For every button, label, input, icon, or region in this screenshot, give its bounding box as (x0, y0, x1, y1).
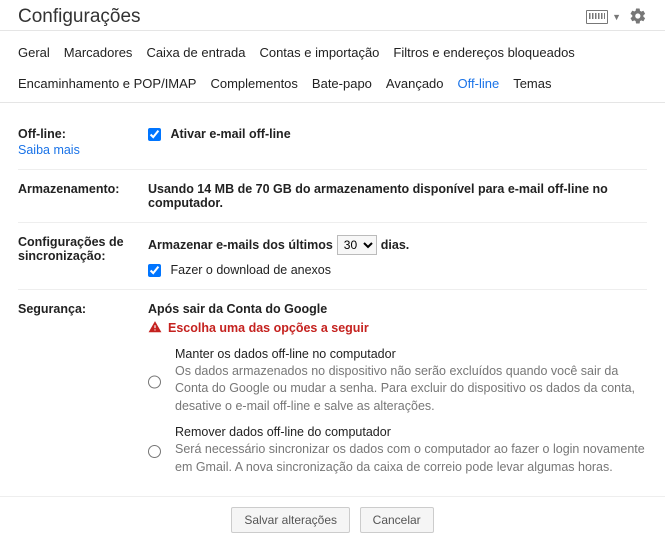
remove-data-desc: Será necessário sincronizar os dados com… (175, 441, 647, 476)
tab-filtros-e-endere-os-bloqueados[interactable]: Filtros e endereços bloqueados (393, 39, 574, 70)
tab-temas[interactable]: Temas (513, 70, 551, 101)
keyboard-icon[interactable] (586, 10, 608, 24)
security-label: Segurança: (18, 302, 86, 316)
storage-text: Usando 14 MB de 70 GB do armazenamento d… (148, 182, 608, 210)
sync-prefix: Armazenar e-mails dos últimos (148, 238, 333, 252)
learn-more-link[interactable]: Saiba mais (18, 143, 148, 157)
page-title: Configurações (18, 6, 141, 28)
tab-contas-e-importa-o[interactable]: Contas e importação (259, 39, 379, 70)
sync-days-select[interactable]: 30 (337, 235, 377, 255)
tab-bate-papo[interactable]: Bate-papo (312, 70, 372, 101)
tab-geral[interactable]: Geral (18, 39, 50, 70)
storage-label: Armazenamento: (18, 182, 119, 196)
offline-label: Off-line: (18, 127, 66, 141)
keep-data-radio[interactable] (148, 349, 161, 416)
keep-data-desc: Os dados armazenados no dispositivo não … (175, 363, 647, 416)
sync-suffix: dias. (381, 238, 410, 252)
tab-caixa-de-entrada[interactable]: Caixa de entrada (146, 39, 245, 70)
download-attachments-option[interactable]: Fazer o download de anexos (148, 263, 331, 277)
save-button[interactable]: Salvar alterações (231, 507, 350, 533)
tab-encaminhamento-e-pop-imap[interactable]: Encaminhamento e POP/IMAP (18, 70, 196, 101)
tab-off-line[interactable]: Off-line (458, 70, 500, 101)
security-warning-text: Escolha uma das opções a seguir (168, 321, 369, 335)
sync-label: Configurações de sincronização: (18, 235, 124, 263)
download-attachments-checkbox[interactable] (148, 264, 161, 277)
tab-avan-ado[interactable]: Avançado (386, 70, 444, 101)
security-heading: Após sair da Conta do Google (148, 302, 647, 316)
keep-data-title: Manter os dados off-line no computador (175, 347, 647, 361)
tab-complementos[interactable]: Complementos (210, 70, 297, 101)
enable-offline-checkbox[interactable] (148, 128, 161, 141)
download-attachments-label: Fazer o download de anexos (170, 263, 331, 277)
warning-icon (148, 320, 162, 337)
enable-offline-label: Ativar e-mail off-line (170, 127, 290, 141)
remove-data-title: Remover dados off-line do computador (175, 425, 647, 439)
enable-offline-option[interactable]: Ativar e-mail off-line (148, 127, 291, 141)
remove-data-radio[interactable] (148, 427, 161, 476)
gear-icon[interactable] (629, 7, 647, 28)
keyboard-dropdown-caret[interactable]: ▼ (612, 12, 621, 22)
tab-marcadores[interactable]: Marcadores (64, 39, 133, 70)
cancel-button[interactable]: Cancelar (360, 507, 434, 533)
settings-tabs: Geral Marcadores Caixa de entrada Contas e … (0, 31, 665, 103)
